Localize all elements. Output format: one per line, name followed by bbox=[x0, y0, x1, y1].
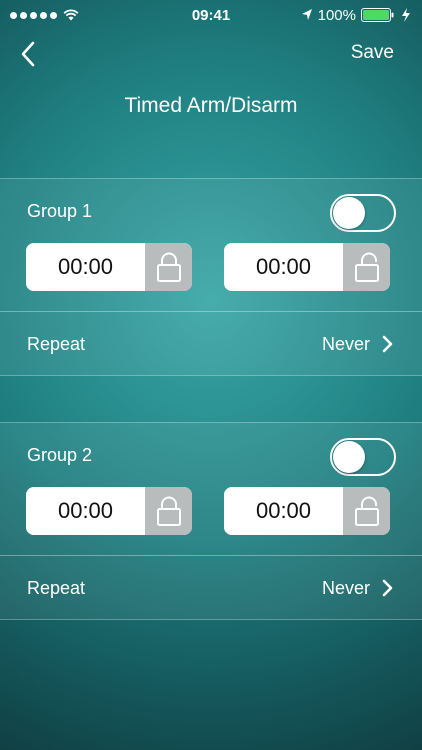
group-1-disarm-lock-button[interactable] bbox=[343, 243, 390, 291]
repeat-label: Repeat bbox=[27, 577, 86, 598]
lock-open-icon bbox=[354, 252, 379, 282]
group-2-disarm-time[interactable]: 00:00 bbox=[224, 487, 343, 535]
group-1-arm-lock-button[interactable] bbox=[145, 243, 192, 291]
group-2-disarm-time-field: 00:00 bbox=[224, 487, 390, 535]
repeat-label: Repeat bbox=[27, 333, 86, 354]
group-2-section: Group 2 00:00 00:00 Repeat Never bbox=[0, 422, 422, 620]
wifi-icon bbox=[63, 9, 79, 21]
toggle-knob bbox=[333, 441, 365, 473]
group-1-arm-time-field: 00:00 bbox=[26, 243, 192, 291]
chevron-left-icon bbox=[21, 41, 35, 67]
status-left bbox=[10, 9, 79, 21]
group-1-disarm-time[interactable]: 00:00 bbox=[224, 243, 343, 291]
location-arrow-icon bbox=[301, 9, 312, 20]
group-1-label: Group 1 bbox=[27, 201, 93, 221]
charging-bolt-icon bbox=[402, 8, 410, 22]
group-2-label: Group 2 bbox=[27, 445, 93, 465]
group-1-repeat-row[interactable]: Repeat Never bbox=[0, 312, 422, 376]
save-button[interactable]: Save bbox=[351, 42, 394, 64]
group-2-disarm-lock-button[interactable] bbox=[343, 487, 390, 535]
repeat-value: Never bbox=[321, 577, 370, 598]
group-1-arm-time[interactable]: 00:00 bbox=[26, 243, 145, 291]
chevron-right-icon bbox=[382, 335, 393, 353]
repeat-right: Never bbox=[322, 334, 394, 355]
battery-icon bbox=[361, 8, 394, 22]
group-1-disarm-time-field: 00:00 bbox=[224, 243, 390, 291]
group-1-section: Group 1 00:00 00:00 Repeat Never bbox=[0, 178, 422, 376]
page-title: Timed Arm/Disarm bbox=[124, 94, 298, 117]
group-2-toggle[interactable] bbox=[330, 438, 396, 476]
group-2-repeat-row[interactable]: Repeat Never bbox=[0, 556, 422, 620]
group-2-arm-time[interactable]: 00:00 bbox=[26, 487, 145, 535]
lock-closed-icon bbox=[156, 252, 181, 282]
group-2-arm-lock-button[interactable] bbox=[145, 487, 192, 535]
group-1-toggle[interactable] bbox=[330, 194, 396, 232]
group-2-arm-time-field: 00:00 bbox=[26, 487, 192, 535]
status-bar: 09:41 100% bbox=[0, 0, 422, 30]
toggle-knob bbox=[333, 197, 365, 229]
chevron-right-icon bbox=[382, 579, 393, 597]
back-button[interactable] bbox=[14, 38, 42, 70]
lock-open-icon bbox=[354, 496, 379, 526]
repeat-right: Never bbox=[322, 578, 394, 599]
battery-percent: 100% bbox=[317, 6, 356, 24]
repeat-value: Never bbox=[321, 333, 370, 354]
signal-strength-icon bbox=[10, 11, 57, 19]
lock-closed-icon bbox=[156, 496, 181, 526]
status-right: 100% bbox=[301, 7, 412, 24]
